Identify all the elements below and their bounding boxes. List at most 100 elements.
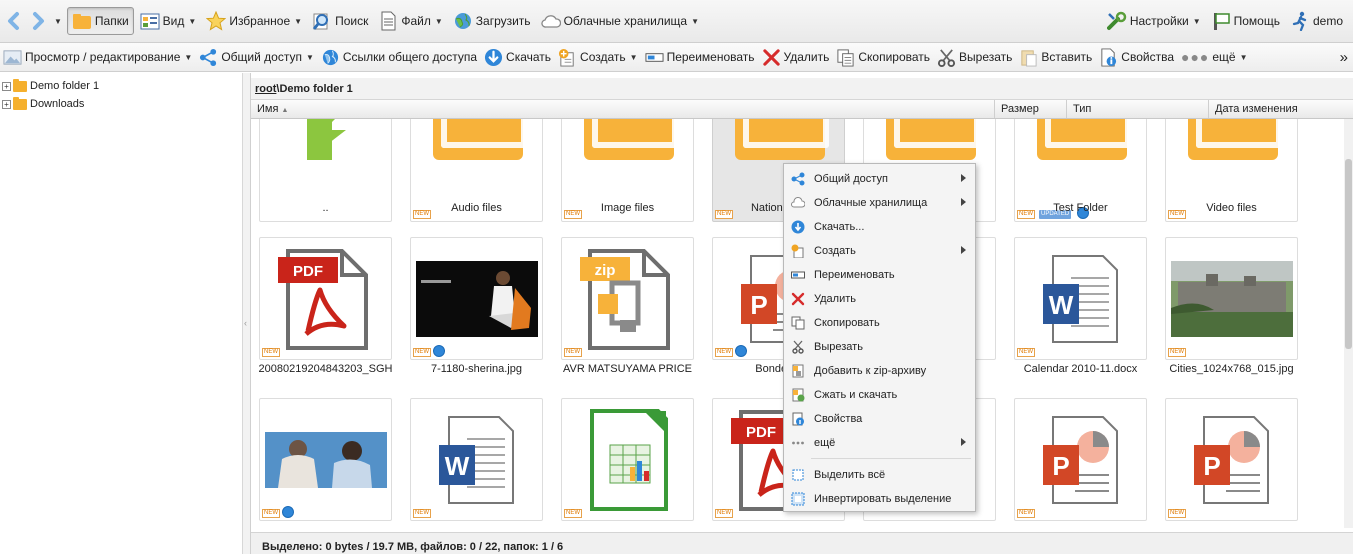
file-tile[interactable]: P NEW [1014, 398, 1147, 521]
photo-thumbnail-icon [1171, 261, 1293, 337]
file-menu-button[interactable]: Файл ▼ [374, 7, 446, 35]
context-menu-item[interactable]: Создать [784, 239, 975, 263]
rename-label: Переименовать [666, 50, 755, 64]
folders-button[interactable]: Папки [66, 7, 134, 35]
share-button[interactable]: Общий доступ ▼ [196, 44, 317, 70]
paste-button[interactable]: Вставить [1016, 44, 1095, 70]
properties-label: Свойства [1121, 50, 1174, 64]
column-size[interactable]: Размер [995, 100, 1067, 118]
word-document-icon: W [439, 416, 514, 504]
expand-plus-icon[interactable]: + [2, 81, 11, 91]
cloud-storage-button[interactable]: Облачные хранилища ▼ [537, 7, 703, 35]
expand-plus-icon[interactable]: + [2, 99, 11, 109]
folder-icon [13, 78, 27, 92]
file-tile[interactable]: NEW [1165, 237, 1298, 360]
file-tile[interactable]: NEW [561, 398, 694, 521]
new-badge: NEW [413, 348, 431, 357]
settings-wrench-icon [1106, 11, 1127, 30]
powerpoint-icon: P [1043, 416, 1118, 504]
folders-label: Папки [94, 14, 129, 28]
search-label: Поиск [335, 14, 369, 28]
context-menu-item[interactable]: Инвертировать выделение [784, 487, 975, 511]
file-tile[interactable]: zip NEW [561, 237, 694, 360]
context-menu-item[interactable]: Сжать и скачать [784, 383, 975, 407]
rename-button[interactable]: Переименовать [642, 44, 758, 70]
copy-button[interactable]: Скопировать [833, 44, 933, 70]
new-badge: NEW [262, 348, 280, 357]
folder-icon [433, 119, 527, 160]
file-tile[interactable]: NEW [410, 237, 543, 360]
folder-tree: + Demo folder 1 + Downloads [0, 73, 243, 554]
settings-button[interactable]: Настройки ▼ [1103, 7, 1205, 35]
context-menu-item[interactable]: Добавить к zip-архиву [784, 359, 975, 383]
context-menu-item[interactable]: Выделить всё [784, 463, 975, 487]
file-tile[interactable]: W NEW [410, 398, 543, 521]
user-button[interactable]: demo [1286, 7, 1347, 35]
context-menu-item[interactable]: Вырезать [784, 335, 975, 359]
breadcrumb-root-link[interactable]: root [255, 83, 276, 95]
chevron-down-icon: ▼ [305, 52, 314, 62]
help-button[interactable]: Помощь [1207, 7, 1284, 35]
scrollbar-thumb[interactable] [1345, 159, 1352, 349]
cut-button[interactable]: Вырезать [934, 44, 1015, 70]
file-tile[interactable]: PDF NEW [259, 237, 392, 360]
column-type[interactable]: Тип [1067, 100, 1209, 118]
selection-status: Выделено: 0 bytes / 19.7 MB, файлов: 0 /… [262, 541, 564, 553]
delete-x-icon [762, 48, 780, 66]
context-menu-item-label: Свойства [814, 413, 863, 425]
new-badge: NEW [413, 509, 431, 518]
copy-icon [791, 316, 805, 330]
panel-splitter[interactable]: ‹ [243, 73, 251, 554]
vertical-scrollbar[interactable] [1344, 119, 1353, 528]
download-button[interactable]: Скачать [481, 44, 554, 70]
toolbar-overflow-button[interactable]: » [1337, 44, 1351, 70]
file-tile[interactable]: W NEW [1014, 237, 1147, 360]
user-running-icon [1292, 11, 1307, 31]
properties-button[interactable]: Свойства [1096, 44, 1177, 70]
file-tile[interactable]: NEW [259, 398, 392, 521]
file-tile[interactable]: P NEW [1165, 398, 1298, 521]
arrow-left-icon [8, 12, 19, 30]
view-button[interactable]: Вид ▼ [136, 7, 201, 35]
context-menu-item[interactable]: Скопировать [784, 311, 975, 335]
forward-button[interactable] [27, 7, 49, 35]
chevron-down-icon: ▼ [188, 16, 197, 26]
column-name[interactable]: Имя ▲ [251, 100, 995, 118]
select-all-icon [792, 469, 804, 481]
tile-label: Cities_1024x768_015.jpg [1169, 363, 1294, 375]
context-menu-item[interactable]: Удалить [784, 287, 975, 311]
help-sign-icon [1213, 13, 1230, 30]
context-menu-item[interactable]: Общий доступ [784, 167, 975, 191]
folder-icon [72, 14, 91, 29]
create-new-icon [558, 48, 574, 67]
folder-icon [1188, 119, 1282, 160]
view-edit-button[interactable]: Просмотр / редактирование ▼ [0, 44, 195, 70]
column-header: Имя ▲ Размер Тип Дата изменения [251, 100, 1353, 119]
share-links-button[interactable]: Ссылки общего доступа [318, 44, 480, 70]
search-button[interactable]: Поиск [308, 7, 372, 35]
back-button[interactable] [3, 7, 25, 35]
history-dropdown[interactable]: ▼ [51, 7, 65, 35]
context-menu-item[interactable]: Переименовать [784, 263, 975, 287]
view-layout-icon [140, 13, 160, 30]
context-menu-item[interactable]: Свойства [784, 407, 975, 431]
upload-button[interactable]: Загрузить [449, 7, 535, 35]
column-modified[interactable]: Дата изменения [1209, 100, 1353, 118]
delete-button[interactable]: Удалить [759, 44, 833, 70]
context-menu-item[interactable]: ещё [784, 431, 975, 455]
new-badge: NEW [1017, 509, 1035, 518]
arrow-right-icon [33, 12, 44, 30]
tree-item-downloads[interactable]: + Downloads [0, 95, 242, 113]
svg-text:PDF: PDF [746, 424, 776, 441]
context-menu-item[interactable]: Облачные хранилища [784, 191, 975, 215]
tree-item-demo-folder-1[interactable]: + Demo folder 1 [0, 77, 242, 95]
favorites-button[interactable]: Избранное ▼ [202, 7, 306, 35]
create-button[interactable]: Создать ▼ [555, 44, 641, 70]
download-icon [484, 48, 503, 66]
chevron-down-icon: ▼ [629, 52, 638, 62]
share-links-label: Ссылки общего доступа [342, 50, 478, 64]
more-button[interactable]: ●●● ещё ▼ [1178, 44, 1251, 70]
context-menu-item-label: Создать [814, 245, 856, 257]
tile-label: Image files [600, 202, 655, 214]
context-menu-item[interactable]: Скачать... [784, 215, 975, 239]
